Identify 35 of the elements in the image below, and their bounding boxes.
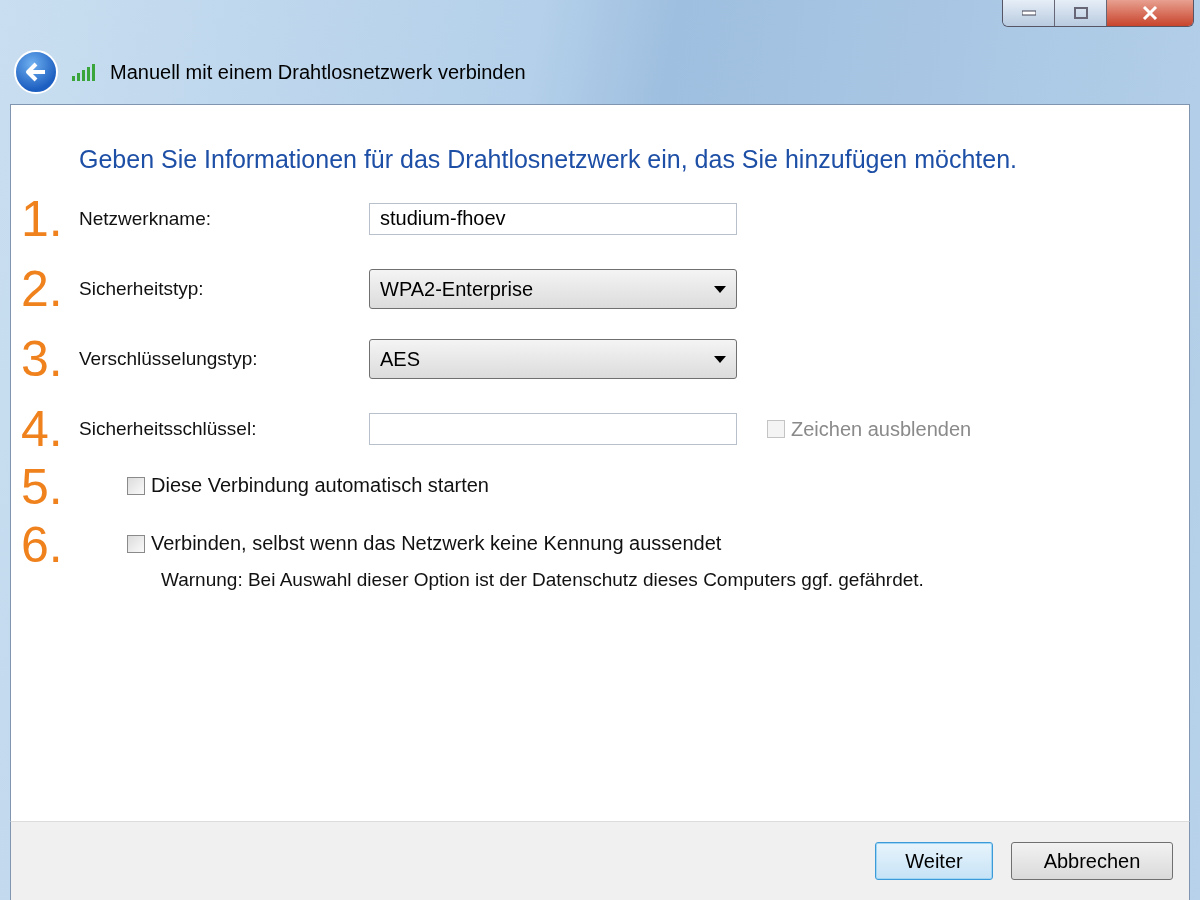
minimize-button[interactable] [1003,0,1055,26]
step-number: 6. [21,520,64,570]
step-number: 1. [21,194,64,244]
close-button[interactable] [1107,0,1193,26]
field-label: Sicherheitsschlüssel: [79,418,258,440]
text-field[interactable]: studium-fhoev [369,203,737,235]
dropdown-arrow-icon [714,285,726,293]
minimize-icon [1021,10,1036,16]
back-arrow-icon [25,62,47,82]
dropdown[interactable]: AES [369,339,737,379]
checkbox[interactable] [127,476,145,495]
maximize-icon [1073,7,1088,19]
signal-bars-icon [72,63,96,81]
instruction-heading: Geben Sie Informationen für das Drahtlosnetzwerk ein, das Sie hinzufügen möchten. [79,145,1019,174]
step-number: 5. [21,462,64,512]
field-label: Verschlüsselungstyp: [79,348,259,370]
back-button[interactable] [14,50,58,94]
checkbox-label: Zeichen ausblenden [791,417,972,441]
maximize-button[interactable] [1055,0,1107,26]
dropdown[interactable]: WPA2-Enterprise [369,269,737,309]
field-label: Netzwerkname: [79,208,212,230]
step-number: 4. [21,404,64,454]
checkbox-label: Verbinden, selbst wenn das Netzwerk keine Kennung aussendet [151,532,722,555]
dialog-button[interactable]: Weiter [875,842,993,880]
step-number: 3. [21,334,64,384]
warning-text: Warnung: Bei Auswahl dieser Option ist der Datenschutz dieses Computers ggf. gefährdet. [161,569,924,591]
text-field[interactable] [369,413,737,445]
step-number: 2. [21,264,64,314]
close-icon [1142,6,1158,20]
checkbox-label: Diese Verbindung automatisch starten [151,474,489,497]
window-title: Manuell mit einem Drahtlosnetzwerk verbinden [110,60,526,84]
checkbox[interactable] [127,534,145,553]
dialog-button[interactable]: Abbrechen [1011,842,1173,880]
field-label: Sicherheitstyp: [79,278,205,300]
dropdown-arrow-icon [714,355,726,363]
